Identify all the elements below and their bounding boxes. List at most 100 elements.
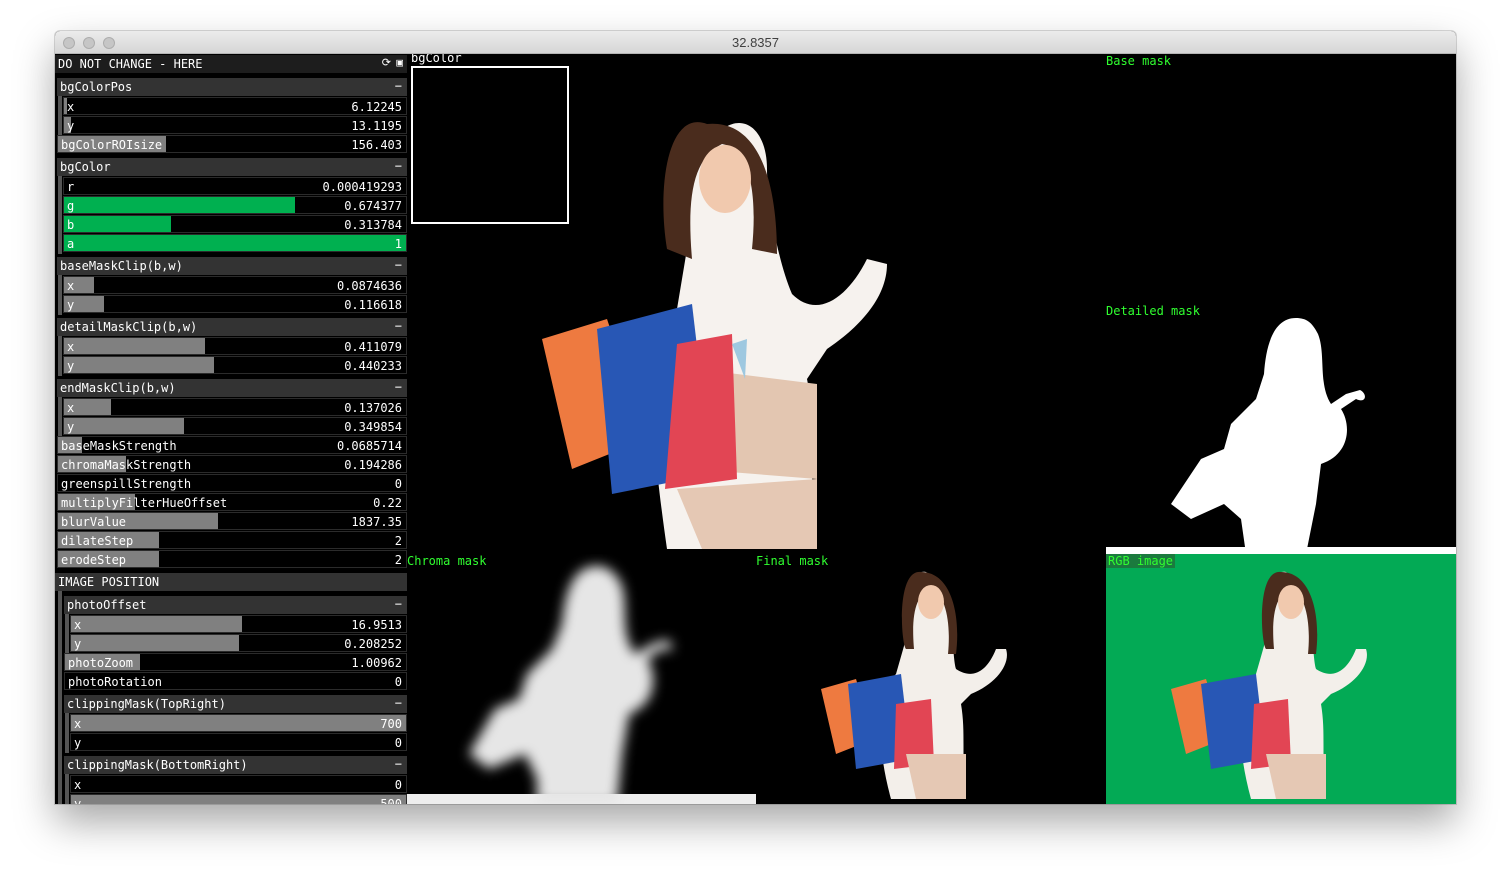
slider-basemaskclip-x[interactable]: x 0.0874636 [63,276,407,294]
collapse-icon[interactable]: − [395,696,402,710]
indent-bar [58,397,62,437]
slider-photooffset-y[interactable]: y 0.208252 [70,634,407,652]
slider-clip-topright-y[interactable]: y0 [70,733,407,751]
title-bar: 32.8357 [55,31,1456,54]
collapse-icon[interactable]: − [395,79,402,93]
bgcolor-caption: bgColor [411,54,462,65]
slider-bgcolorpos-x[interactable]: x 6.12245 [63,97,407,115]
slider-label: y [74,736,82,750]
indent-bar [65,713,69,753]
final-mask-caption: Final mask [756,554,829,568]
group-clip-bottomright[interactable]: clippingMask(BottomRight) − [64,756,407,774]
rgb-image-caption: RGB image [1106,554,1176,568]
slider-label: y [67,359,75,373]
slider-basemaskclip-y[interactable]: y 0.116618 [63,295,407,313]
indent-bar [58,176,62,254]
group-detailmaskclip[interactable]: detailMaskClip(b,w) − [57,318,407,336]
slider-value: 1837.35 [351,515,402,529]
slider-label: bgColorROIsize [61,138,163,152]
collapse-icon[interactable]: − [395,757,402,771]
slider-bgcolor-r[interactable]: r 0.000419293 [63,177,407,195]
collapse-icon[interactable]: − [395,319,402,333]
slider-label: greenspillStrength [61,477,192,491]
slider-label: x [67,100,75,114]
slider-bgcolor-b[interactable]: b 0.313784 [63,215,407,233]
group-clip-topright[interactable]: clippingMask(TopRight) − [64,695,407,713]
slider-label: blurValue [61,515,127,529]
slider-label: x [74,778,82,792]
slider-label: b [67,218,75,232]
slider-detailmaskclip-x[interactable]: x 0.411079 [63,337,407,355]
slider-label: x [67,340,75,354]
slider-photorotation[interactable]: photoRotation 0 [64,672,407,690]
group-label: clippingMask(TopRight) [67,697,226,711]
panel-header[interactable]: DO NOT CHANGE - HERE ⟳ ▣ [55,55,407,73]
slider-blurvalue[interactable]: blurValue 1837.35 [57,512,407,530]
chroma-mask-caption: Chroma mask [407,554,487,568]
slider-erodestep[interactable]: erodeStep 2 [57,550,407,568]
slider-photozoom[interactable]: photoZoom 1.00962 [64,653,407,671]
reload-icon[interactable]: ⟳ [382,56,391,69]
slider-label: y [74,797,82,804]
bgcolor-view[interactable]: bgColor [407,54,1106,554]
group-photooffset[interactable]: photoOffset − [64,596,407,614]
collapse-icon[interactable]: − [395,258,402,272]
group-bgcolor[interactable]: bgColor − [57,158,407,176]
slider-clip-bottomright-y[interactable]: y 500 [70,794,407,804]
slider-value: 2 [394,553,402,567]
group-basemaskclip[interactable]: baseMaskClip(b,w) − [57,257,407,275]
slider-bgcolorpos-y[interactable]: y 13.1195 [63,116,407,134]
slider-endmaskclip-x[interactable]: x 0.137026 [63,398,407,416]
slider-bgcolor-g[interactable]: g 0.674377 [63,196,407,214]
group-label: detailMaskClip(b,w) [60,320,198,334]
group-bgcolorpos[interactable]: bgColorPos − [57,78,407,96]
final-mask-view: Final mask [756,554,1106,804]
slider-bgcolor-a[interactable]: a1 [63,234,407,252]
slider-clip-topright-x[interactable]: x 700 [70,714,407,732]
group-label: clippingMask(BottomRight) [67,758,248,772]
detailed-mask-silhouette [1171,318,1365,554]
group-image-position[interactable]: IMAGE POSITION [55,573,407,591]
slider-value: 0 [394,778,402,792]
slider-bgcolorroisize[interactable]: bgColorROIsize 156.403 [57,135,407,153]
slider-label: x [74,717,82,731]
slider-photooffset-x[interactable]: x 16.9513 [70,615,407,633]
save-icon[interactable]: ▣ [396,56,403,69]
collapse-icon[interactable]: − [395,380,402,394]
collapse-icon[interactable]: − [395,597,402,611]
rgb-source-photo [1171,571,1367,799]
slider-chromamaskstrength[interactable]: chromaMaskStrength 0.194286 [57,455,407,473]
slider-label: g [67,199,75,213]
window-title: 32.8357 [732,35,779,50]
slider-value: 0.349854 [344,420,402,434]
slider-value: 0.194286 [344,458,402,472]
bgcolor-roi-box[interactable] [411,66,569,224]
slider-value: 156.403 [351,138,402,152]
slider-clip-bottomright-x[interactable]: x0 [70,775,407,793]
slider-basemaskstrength[interactable]: baseMaskStrength 0.0685714 [57,436,407,454]
slider-value: 13.1195 [351,119,402,133]
slider-value: 0.0685714 [336,439,402,453]
collapse-icon[interactable]: − [395,159,402,173]
slider-label: dilateStep [61,534,134,548]
slider-value: 0.440233 [344,359,402,373]
slider-detailmaskclip-y[interactable]: y 0.440233 [63,356,407,374]
slider-value: 0 [394,675,402,689]
group-label: photoOffset [67,598,147,612]
slider-multiplyfilterhueoffset[interactable]: multiplyFilterHueOffset 0.22 [57,493,407,511]
chroma-mask-blur [407,566,756,804]
slider-label: chromaMaskStrength [61,458,192,472]
slider-greenspillstrength[interactable]: greenspillStrength 0 [57,474,407,492]
detailed-mask-caption: Detailed mask [1106,304,1200,318]
slider-value: 0.000419293 [322,180,402,194]
rgb-image-view: RGB image [1106,554,1456,804]
slider-label: multiplyFilterHueOffset [61,496,228,510]
group-endmaskclip[interactable]: endMaskClip(b,w) − [57,379,407,397]
slider-dilatestep[interactable]: dilateStep 2 [57,531,407,549]
slider-value: 0.0874636 [336,279,402,293]
indent-bar [58,591,62,804]
slider-label: y [67,298,75,312]
slider-label: baseMaskStrength [61,439,177,453]
slider-endmaskclip-y[interactable]: y 0.349854 [63,417,407,435]
indent-bar [58,96,62,136]
